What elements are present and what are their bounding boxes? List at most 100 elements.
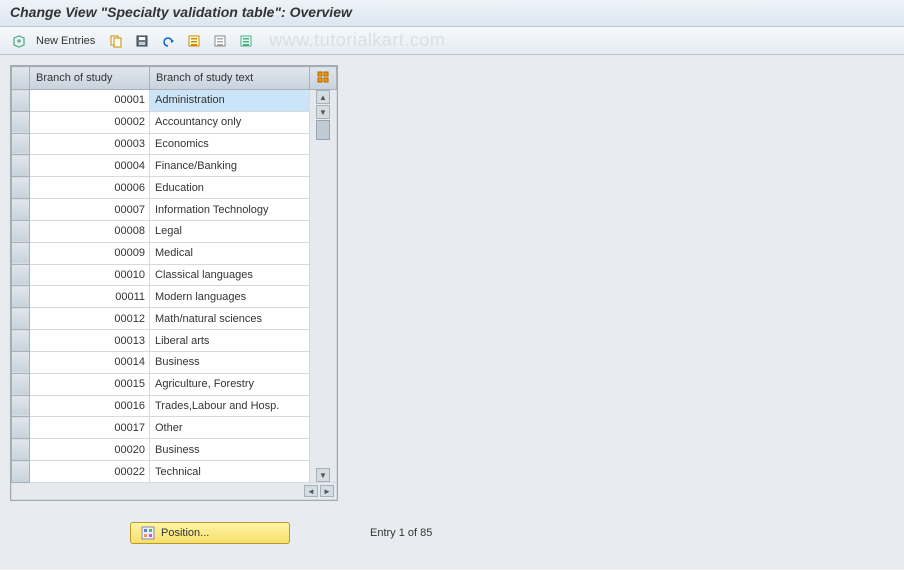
table-row: 00020Business	[12, 439, 337, 461]
table-row: 00013Liberal arts	[12, 330, 337, 352]
scroll-right-button[interactable]: ►	[320, 485, 334, 497]
cell-text[interactable]: Agriculture, Forestry	[150, 373, 310, 395]
cell-text[interactable]: Education	[150, 177, 310, 199]
cell-text[interactable]: Finance/Banking	[150, 155, 310, 177]
cell-code[interactable]: 00010	[30, 264, 150, 286]
cell-code[interactable]: 00014	[30, 351, 150, 373]
cell-text[interactable]: Economics	[150, 133, 310, 155]
position-icon	[141, 526, 155, 540]
position-label: Position...	[161, 527, 209, 539]
scroll-down-end-button[interactable]: ▼	[316, 468, 330, 482]
row-selector[interactable]	[12, 395, 30, 417]
row-selector[interactable]	[12, 330, 30, 352]
row-selector[interactable]	[12, 417, 30, 439]
title-bar: Change View "Specialty validation table"…	[0, 0, 904, 27]
scroll-down-button[interactable]: ▼	[316, 105, 330, 119]
cell-code[interactable]: 00009	[30, 242, 150, 264]
expand-icon[interactable]	[8, 31, 30, 51]
row-selector[interactable]	[12, 308, 30, 330]
cell-text[interactable]: Administration	[150, 90, 310, 112]
content-area: Branch of study Branch of study text 000…	[0, 55, 904, 569]
table-row: 00014Business	[12, 351, 337, 373]
specialty-table: Branch of study Branch of study text 000…	[11, 66, 337, 500]
row-selector[interactable]	[12, 286, 30, 308]
row-selector[interactable]	[12, 133, 30, 155]
row-selector[interactable]	[12, 220, 30, 242]
cell-code[interactable]: 00015	[30, 373, 150, 395]
cell-text[interactable]: Accountancy only	[150, 111, 310, 133]
scroll-left-button[interactable]: ◄	[304, 485, 318, 497]
table-row: 00003Economics	[12, 133, 337, 155]
table-row: 00008Legal	[12, 220, 337, 242]
table-row: 00011Modern languages	[12, 286, 337, 308]
cell-text[interactable]: Medical	[150, 242, 310, 264]
row-selector[interactable]	[12, 111, 30, 133]
row-selector[interactable]	[12, 242, 30, 264]
cell-text[interactable]: Liberal arts	[150, 330, 310, 352]
cell-code[interactable]: 00013	[30, 330, 150, 352]
column-header-code[interactable]: Branch of study	[30, 67, 150, 90]
row-selector[interactable]	[12, 351, 30, 373]
cell-text[interactable]: Information Technology	[150, 199, 310, 221]
cell-text[interactable]: Other	[150, 417, 310, 439]
row-selector[interactable]	[12, 90, 30, 112]
table-row: 00012Math/natural sciences	[12, 308, 337, 330]
row-selector[interactable]	[12, 177, 30, 199]
row-selector[interactable]	[12, 461, 30, 483]
cell-text[interactable]: Math/natural sciences	[150, 308, 310, 330]
table-row: 00015Agriculture, Forestry	[12, 373, 337, 395]
deselect-all-icon[interactable]	[209, 31, 231, 51]
cell-text[interactable]: Business	[150, 439, 310, 461]
table-row: 00004Finance/Banking	[12, 155, 337, 177]
page-title: Change View "Specialty validation table"…	[10, 4, 894, 20]
cell-text[interactable]: Technical	[150, 461, 310, 483]
row-selector[interactable]	[12, 439, 30, 461]
select-all-icon[interactable]	[183, 31, 205, 51]
table-row: 00022Technical	[12, 461, 337, 483]
cell-text[interactable]: Trades,Labour and Hosp.	[150, 395, 310, 417]
scroll-thumb[interactable]	[316, 120, 330, 140]
column-header-text[interactable]: Branch of study text	[150, 67, 310, 90]
cell-code[interactable]: 00011	[30, 286, 150, 308]
cell-text[interactable]: Classical languages	[150, 264, 310, 286]
scroll-up-button[interactable]: ▲	[316, 90, 330, 104]
row-selector[interactable]	[12, 199, 30, 221]
row-selector-header[interactable]	[12, 67, 30, 90]
entry-count: Entry 1 of 85	[370, 527, 432, 539]
table-row: 00002Accountancy only	[12, 111, 337, 133]
cell-text[interactable]: Legal	[150, 220, 310, 242]
row-selector[interactable]	[12, 264, 30, 286]
table-row: 00009Medical	[12, 242, 337, 264]
new-entries-button[interactable]: New Entries	[34, 31, 101, 51]
watermark: www.tutorialkart.com	[269, 30, 445, 51]
vertical-scrollbar[interactable]: ▲▼▼	[310, 90, 337, 483]
cell-code[interactable]: 00020	[30, 439, 150, 461]
cell-code[interactable]: 00003	[30, 133, 150, 155]
table-config-icon	[317, 71, 329, 83]
cell-code[interactable]: 00016	[30, 395, 150, 417]
table-row: 00006Education	[12, 177, 337, 199]
footer: Position... Entry 1 of 85	[130, 522, 894, 544]
position-button[interactable]: Position...	[130, 522, 290, 544]
table-row: 00016Trades,Labour and Hosp.	[12, 395, 337, 417]
cell-code[interactable]: 00001	[30, 90, 150, 112]
cell-code[interactable]: 00022	[30, 461, 150, 483]
table-container: Branch of study Branch of study text 000…	[10, 65, 338, 501]
toolbar: New Entries www.tutorialkart.com	[0, 27, 904, 55]
cell-code[interactable]: 00007	[30, 199, 150, 221]
cell-code[interactable]: 00006	[30, 177, 150, 199]
cell-code[interactable]: 00012	[30, 308, 150, 330]
cell-code[interactable]: 00008	[30, 220, 150, 242]
delimit-icon[interactable]	[235, 31, 257, 51]
cell-text[interactable]: Modern languages	[150, 286, 310, 308]
copy-icon[interactable]	[105, 31, 127, 51]
row-selector[interactable]	[12, 373, 30, 395]
cell-code[interactable]: 00004	[30, 155, 150, 177]
cell-code[interactable]: 00017	[30, 417, 150, 439]
save-icon[interactable]	[131, 31, 153, 51]
cell-code[interactable]: 00002	[30, 111, 150, 133]
row-selector[interactable]	[12, 155, 30, 177]
undo-icon[interactable]	[157, 31, 179, 51]
cell-text[interactable]: Business	[150, 351, 310, 373]
table-settings-button[interactable]	[310, 67, 337, 90]
